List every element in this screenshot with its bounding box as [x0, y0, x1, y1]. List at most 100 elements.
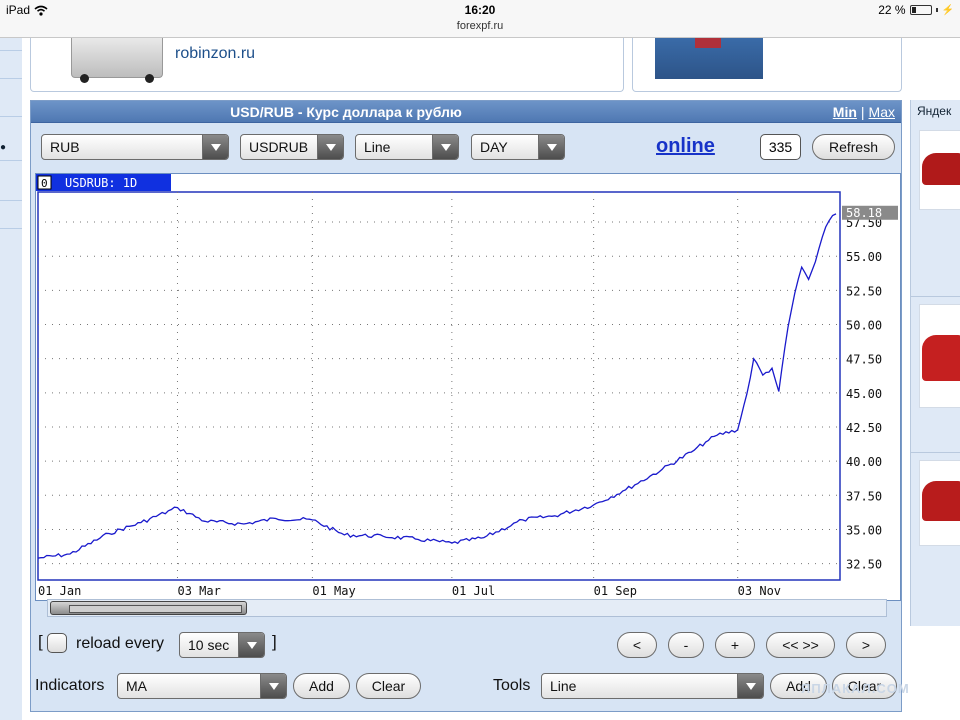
- symbol-select-value: USDRUB: [249, 139, 309, 155]
- y-tick-label: 32.50: [846, 558, 882, 572]
- period-select-value: DAY: [480, 139, 508, 155]
- y-tick-label: 52.50: [846, 284, 882, 298]
- screen: { "status_bar": { "device": "iPad", "tim…: [0, 0, 960, 720]
- scroll-thumb[interactable]: [50, 601, 247, 615]
- status-bar: iPad 16:20 forexpf.ru 22 % ⚡: [0, 0, 960, 38]
- reload-interval-select[interactable]: 10 sec: [179, 632, 265, 658]
- refresh-button[interactable]: Refresh: [812, 134, 895, 160]
- legend-label: USDRUB: 1D: [65, 176, 137, 190]
- battery-status: 22 % ⚡: [878, 3, 954, 17]
- y-tick-label: 35.00: [846, 523, 882, 537]
- battery-tip: [935, 8, 938, 12]
- minimize-link[interactable]: Min: [833, 104, 857, 120]
- dropdown-arrow-icon: [238, 633, 264, 657]
- widget-title-bar: USD/RUB - Курс доллара к рублю Min | Max: [31, 101, 901, 123]
- separator: |: [860, 104, 865, 120]
- plot-frame: [37, 191, 841, 581]
- zoom-out-button[interactable]: -: [668, 632, 704, 658]
- dropdown-arrow-icon: [260, 674, 286, 698]
- wheel-icon: [145, 74, 154, 83]
- bracket-close: ]: [272, 632, 277, 651]
- divider: [0, 116, 22, 117]
- widget-title: USD/RUB - Курс доллара к рублю: [230, 104, 462, 120]
- battery-icon: [909, 5, 932, 15]
- reload-label: reload every: [76, 635, 165, 652]
- indicator-select-value: MA: [126, 678, 147, 694]
- indicator-clear-button[interactable]: Clear: [356, 673, 421, 699]
- divider: [911, 452, 960, 453]
- tool-select[interactable]: Line: [541, 673, 764, 699]
- yandex-ads-sidebar: Яндек: [910, 100, 960, 626]
- dropdown-arrow-icon: [737, 674, 763, 698]
- bracket-open: [: [38, 632, 43, 651]
- car-icon: [922, 481, 960, 521]
- indicator-add-button[interactable]: Add: [293, 673, 350, 699]
- sidebar-title: Яндек: [917, 104, 952, 118]
- car-icon: [922, 335, 960, 381]
- charging-icon: ⚡: [941, 4, 954, 16]
- divider: [911, 296, 960, 297]
- shirt-image: [655, 38, 763, 79]
- y-tick-label: 40.00: [846, 455, 882, 469]
- car-ad-1[interactable]: [919, 130, 960, 210]
- divider: [0, 50, 22, 51]
- fit-all-button[interactable]: << >>: [766, 632, 835, 658]
- y-tick-label: 47.50: [846, 353, 882, 367]
- car-icon: [922, 153, 960, 185]
- indicators-label: Indicators: [35, 677, 105, 694]
- zoom-in-button[interactable]: +: [715, 632, 755, 658]
- car-ad-3[interactable]: [919, 460, 960, 546]
- symbol-select[interactable]: USDRUB: [240, 134, 344, 160]
- y-tick-label: 42.50: [846, 421, 882, 435]
- reload-checkbox[interactable]: [47, 633, 67, 653]
- divider: [0, 160, 22, 161]
- collar-shape: [695, 38, 721, 48]
- dropdown-arrow-icon: [202, 135, 228, 159]
- maximize-link[interactable]: Max: [869, 104, 895, 120]
- currency-select-value: RUB: [50, 139, 80, 155]
- x-tick-label: 01 Sep: [594, 584, 637, 598]
- tool-select-value: Line: [550, 678, 577, 694]
- edge-marker-icon: ●: [0, 142, 7, 153]
- x-tick-label: 03 Nov: [738, 584, 781, 598]
- last-value-label: 58.18: [846, 206, 882, 220]
- chart-area: 57.50 55.00 52.50 50.00 47.50 45.00 42.50 40.00…: [35, 173, 901, 601]
- reload-interval-value: 10 sec: [188, 637, 230, 653]
- scroll-right-button[interactable]: >: [846, 632, 886, 658]
- online-link[interactable]: online: [656, 135, 715, 158]
- chart-type-select-value: Line: [364, 139, 391, 155]
- x-tick-label: 01 Jul: [452, 584, 495, 598]
- chart-widget: USD/RUB - Курс доллара к рублю Min | Max R…: [30, 100, 909, 712]
- dropdown-arrow-icon: [538, 135, 564, 159]
- wheel-icon: [80, 74, 89, 83]
- y-tick-label: 37.50: [846, 489, 882, 503]
- price-chart[interactable]: 57.5055.0052.5050.0047.5045.0042.5040.00…: [36, 174, 900, 600]
- chart-type-select[interactable]: Line: [355, 134, 459, 160]
- y-tick-label: 45.00: [846, 387, 882, 401]
- ad-banner-left[interactable]: robinzon.ru: [30, 38, 624, 92]
- dropdown-arrow-icon: [317, 135, 343, 159]
- dropdown-arrow-icon: [432, 135, 458, 159]
- x-tick-label: 03 Mar: [177, 584, 220, 598]
- chart-scrollbar[interactable]: [47, 599, 887, 617]
- y-tick-label: 55.00: [846, 250, 882, 264]
- ad-banner-right[interactable]: [632, 38, 902, 92]
- indicator-select[interactable]: MA: [117, 673, 287, 699]
- left-edge-panel: ●: [0, 38, 22, 720]
- battery-level-fill: [911, 7, 916, 13]
- legend-index: 0: [41, 177, 48, 190]
- address-bar[interactable]: forexpf.ru: [0, 20, 960, 32]
- count-field[interactable]: 335: [760, 134, 801, 160]
- divider: [0, 78, 22, 79]
- x-tick-label: 01 Jan: [38, 584, 81, 598]
- battery-percent: 22 %: [878, 3, 906, 17]
- divider: [0, 228, 22, 229]
- ad-link[interactable]: robinzon.ru: [175, 45, 255, 63]
- currency-select[interactable]: RUB: [41, 134, 229, 160]
- watermark: ЯПЛАКАЛ.COM: [801, 681, 910, 696]
- car-ad-2[interactable]: [919, 304, 960, 408]
- min-max-controls: Min | Max: [833, 104, 895, 120]
- period-select[interactable]: DAY: [471, 134, 565, 160]
- scroll-left-button[interactable]: <: [617, 632, 657, 658]
- x-tick-label: 01 May: [312, 584, 355, 598]
